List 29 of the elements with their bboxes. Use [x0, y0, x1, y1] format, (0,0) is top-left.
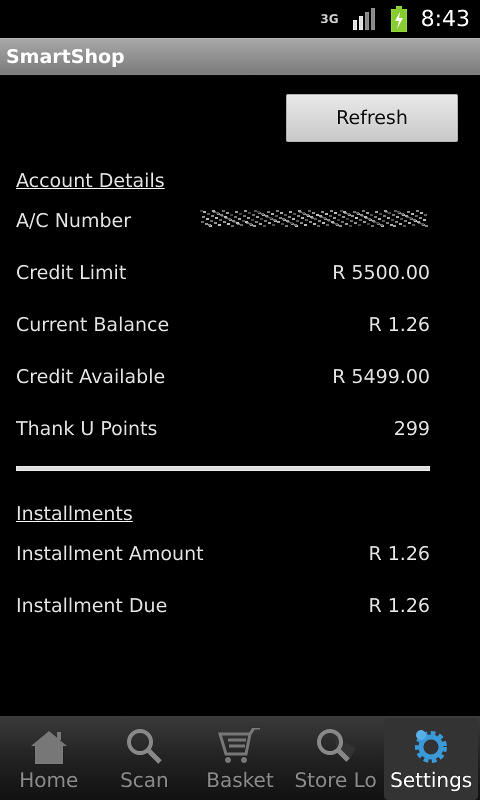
section-heading: Account Details: [16, 170, 166, 194]
network-type: 3G: [320, 12, 339, 26]
signal-icon: [352, 8, 377, 30]
field-value: R 5499.00: [332, 366, 430, 388]
field-value: R 1.26: [368, 314, 430, 336]
search-icon: [124, 728, 164, 764]
nav-tab[interactable]: Home: [2, 718, 96, 800]
field-value: R 5500.00: [332, 262, 430, 284]
field-label: A/C Number: [16, 210, 132, 232]
section-heading: Installments: [16, 503, 134, 527]
nav-tab[interactable]: Settings: [384, 718, 478, 800]
nav-tab[interactable]: Basket: [193, 718, 287, 800]
field-value: R 1.26: [368, 595, 430, 617]
field-value: R 1.26: [368, 543, 430, 565]
field-label: Credit Available: [16, 366, 166, 388]
battery-charging-icon: [390, 6, 407, 32]
nav-tab[interactable]: Scan: [98, 718, 192, 800]
field-label: Installment Due: [16, 595, 168, 617]
field-label: Credit Limit: [16, 262, 126, 284]
field-value: 299: [394, 418, 430, 440]
refresh-button[interactable]: Refresh: [286, 94, 458, 142]
cart-icon: [218, 728, 262, 764]
clock: 8:43: [420, 6, 470, 32]
home-icon: [28, 728, 69, 764]
nav-tab[interactable]: Store Lo: [288, 718, 382, 800]
field-label: Thank U Points: [16, 418, 158, 440]
field-label: Installment Amount: [16, 543, 204, 565]
app-title: SmartShop: [6, 46, 125, 68]
field-label: Current Balance: [16, 314, 170, 336]
